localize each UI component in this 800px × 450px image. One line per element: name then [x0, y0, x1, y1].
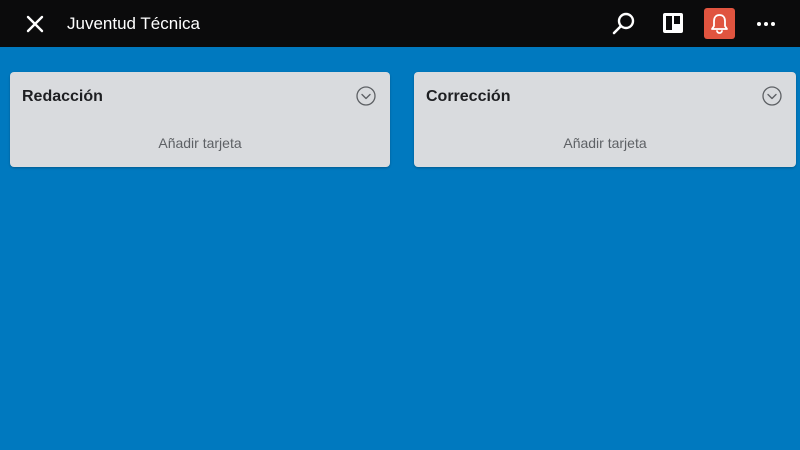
search-button[interactable] [607, 8, 639, 40]
board-title: Juventud Técnica [67, 14, 200, 33]
list-redaccion: Redacción Añadir tarjeta [10, 72, 390, 167]
chevron-down-icon [762, 86, 782, 106]
list-menu-button[interactable] [355, 85, 377, 107]
more-icon [757, 22, 775, 26]
notifications-button[interactable] [704, 8, 735, 39]
top-bar: Juventud Técnica [0, 0, 800, 47]
list-menu-button[interactable] [761, 85, 783, 107]
list-title: Redacción [22, 88, 103, 105]
bell-icon [711, 14, 728, 34]
list-correccion: Corrección Añadir tarjeta [414, 72, 796, 167]
add-card-button[interactable]: Añadir tarjeta [10, 134, 390, 152]
add-card-button[interactable]: Añadir tarjeta [414, 134, 796, 152]
list-title: Corrección [426, 88, 511, 105]
close-icon [26, 15, 44, 33]
more-options-button[interactable] [750, 8, 782, 40]
chevron-down-icon [356, 86, 376, 106]
search-icon [612, 12, 635, 35]
board-view-icon [663, 13, 683, 33]
board-view-button[interactable] [657, 8, 689, 40]
close-button[interactable] [20, 9, 50, 39]
